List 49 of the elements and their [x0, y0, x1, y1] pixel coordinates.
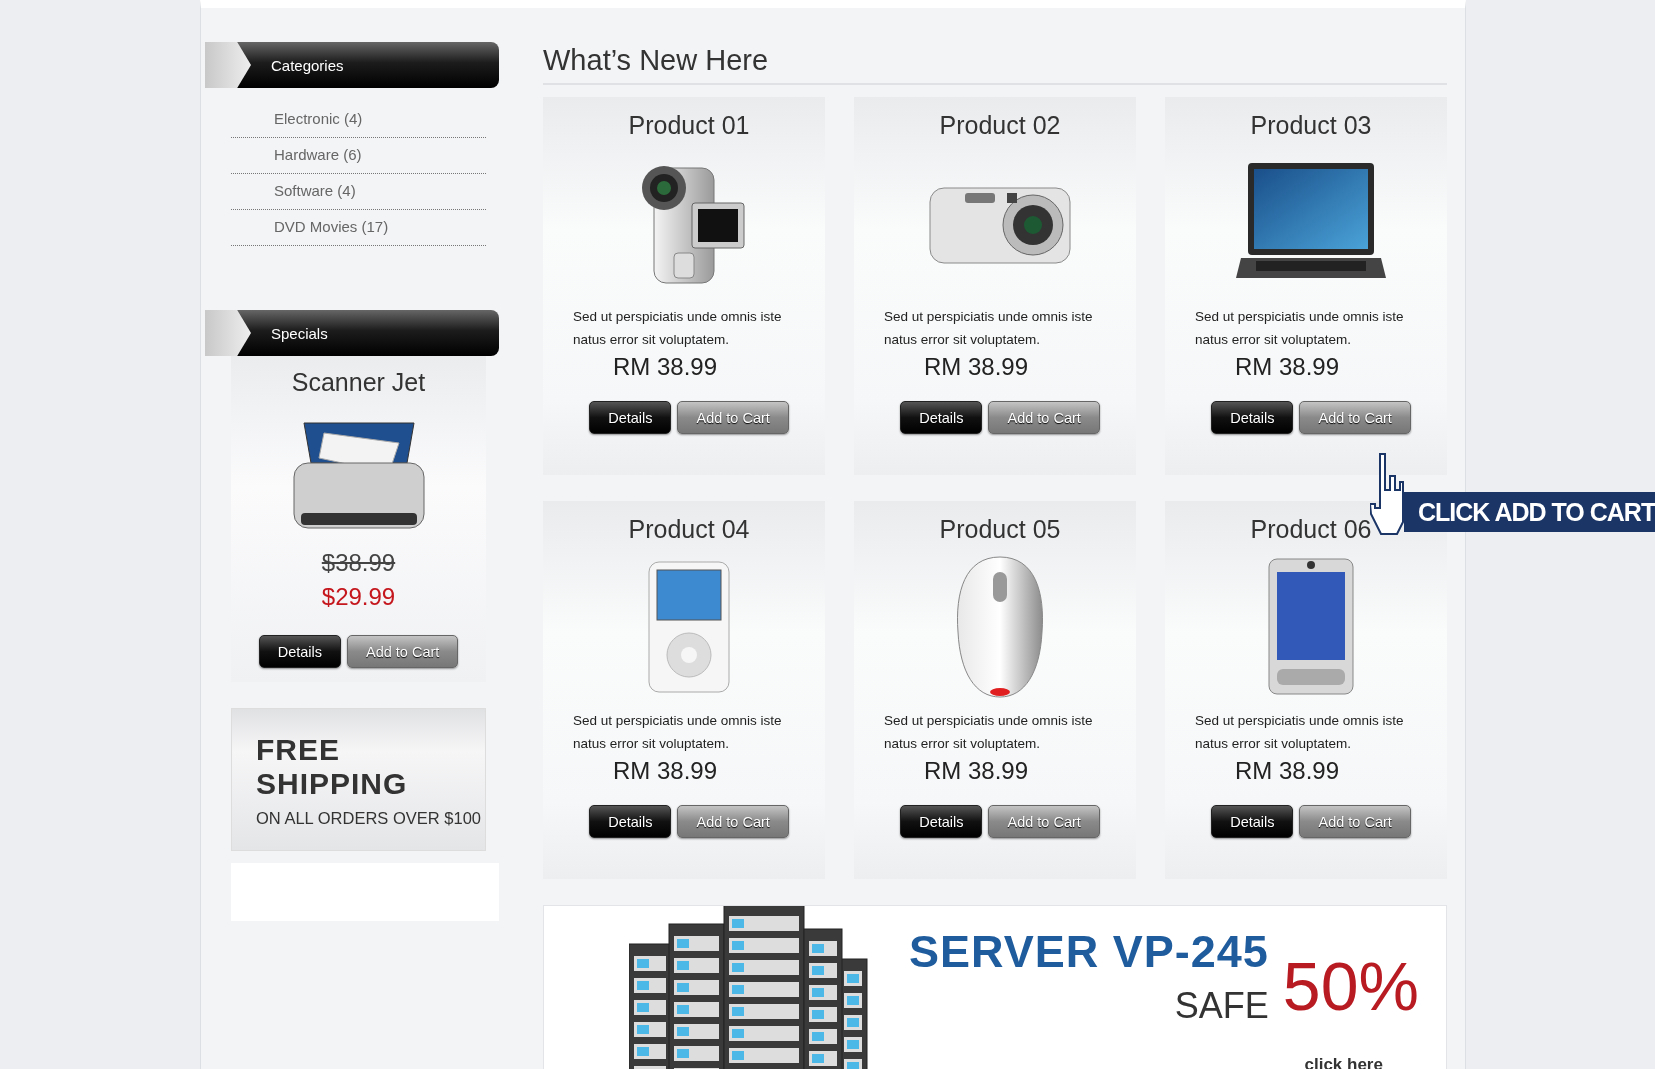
- hand-pointer-icon: [1370, 452, 1404, 536]
- product-name: Scanner Jet: [291, 368, 426, 397]
- product-description: Sed ut perspiciatis unde omnis iste natus error sit voluptatem.: [573, 712, 783, 753]
- section-title: Categories: [271, 56, 344, 74]
- details-button[interactable]: Details: [589, 805, 672, 838]
- section-title: Specials: [271, 324, 328, 342]
- category-link[interactable]: Electronic (4): [231, 102, 486, 138]
- promo-headline: FREE SHIPPING: [256, 733, 409, 801]
- product-name: Product 05: [939, 515, 1061, 544]
- add-to-cart-button[interactable]: Add to Cart: [677, 805, 789, 838]
- product-description: Sed ut perspiciatis unde omnis iste natus error sit voluptatem.: [884, 308, 1094, 349]
- product-name: Product 02: [939, 111, 1061, 140]
- details-button[interactable]: Details: [1211, 805, 1294, 838]
- section-heading: What’s New Here: [543, 44, 1447, 85]
- banner-subtitle: SAFE: [1174, 988, 1269, 1028]
- details-button[interactable]: Details: [900, 401, 983, 434]
- product-name: Product 04: [628, 515, 750, 544]
- old-price: $38.99: [321, 549, 396, 577]
- details-button[interactable]: Details: [900, 805, 983, 838]
- promo-subline: ON ALL ORDERS OVER $100: [256, 809, 482, 828]
- product-description: Sed ut perspiciatis unde omnis iste natus error sit voluptatem.: [1195, 712, 1405, 753]
- add-to-cart-button[interactable]: Add to Cart: [1299, 805, 1411, 838]
- sale-price: $29.99: [321, 583, 396, 611]
- product-name: Product 01: [628, 111, 750, 140]
- callout-label: CLICK ADD TO CART: [1404, 492, 1655, 532]
- add-to-cart-button[interactable]: Add to Cart: [1299, 401, 1411, 434]
- discount-text: 50%: [1282, 946, 1419, 1025]
- category-link[interactable]: Software (4): [231, 174, 486, 210]
- product-price: RM 38.99: [924, 757, 1029, 785]
- product-price: RM 38.99: [1235, 757, 1340, 785]
- details-button[interactable]: Details: [1211, 401, 1294, 434]
- product-price: RM 38.99: [1235, 353, 1340, 381]
- add-to-cart-button[interactable]: Add to Cart: [347, 635, 459, 668]
- category-link[interactable]: DVD Movies (17): [231, 210, 486, 246]
- product-price: RM 38.99: [613, 353, 718, 381]
- details-button[interactable]: Details: [589, 401, 672, 434]
- add-to-cart-button[interactable]: Add to Cart: [988, 401, 1100, 434]
- details-button[interactable]: Details: [258, 635, 341, 668]
- product-description: Sed ut perspiciatis unde omnis iste natus error sit voluptatem.: [884, 712, 1094, 753]
- category-link[interactable]: Hardware (6): [231, 138, 486, 174]
- product-price: RM 38.99: [613, 757, 718, 785]
- banner-title: SERVER VP-245: [909, 928, 1269, 979]
- product-price: RM 38.99: [924, 353, 1029, 381]
- add-to-cart-button[interactable]: Add to Cart: [677, 401, 789, 434]
- add-to-cart-button[interactable]: Add to Cart: [988, 805, 1100, 838]
- product-description: Sed ut perspiciatis unde omnis iste natus error sit voluptatem.: [573, 308, 783, 349]
- product-description: Sed ut perspiciatis unde omnis iste natus error sit voluptatem.: [1195, 308, 1405, 349]
- product-name: Product 06: [1250, 515, 1372, 544]
- product-name: Product 03: [1250, 111, 1372, 140]
